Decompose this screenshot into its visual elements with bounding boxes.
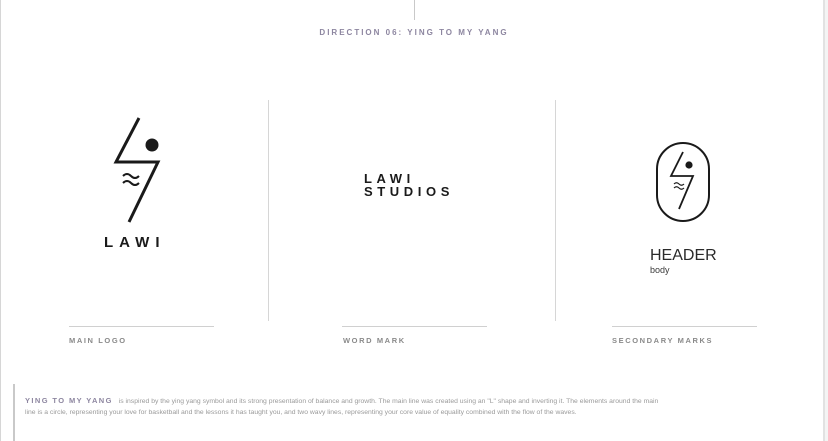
description-paragraph: YING TO MY YANG is inspired by the ying … bbox=[25, 395, 665, 418]
section-label-word-mark: WORD MARK bbox=[343, 336, 406, 345]
lightning-bolt-ball-icon bbox=[113, 117, 161, 223]
typography-header-sample: HEADER bbox=[650, 247, 717, 264]
section-underline bbox=[612, 326, 757, 327]
page-title: DIRECTION 06: YING TO MY YANG bbox=[319, 28, 509, 37]
page-frame-left bbox=[0, 0, 1, 441]
section-label-secondary-marks: SECONDARY MARKS bbox=[612, 336, 714, 345]
description-accent-bar bbox=[13, 384, 15, 441]
brand-name: LAWI bbox=[104, 234, 166, 251]
description-lead: YING TO MY YANG bbox=[25, 396, 113, 405]
oval-badge-icon bbox=[656, 142, 710, 222]
typography-body-sample: body bbox=[650, 265, 670, 275]
section-label-main-logo: MAIN LOGO bbox=[69, 336, 127, 345]
column-divider bbox=[555, 100, 556, 321]
wordmark-line-2: STUDIOS bbox=[364, 184, 454, 199]
section-underline bbox=[342, 326, 487, 327]
section-underline bbox=[69, 326, 214, 327]
description-text: is inspired by the ying yang symbol and … bbox=[25, 398, 659, 416]
column-divider bbox=[268, 100, 269, 321]
top-divider-tick bbox=[414, 0, 415, 20]
wordmark: LAWI STUDIOS bbox=[364, 172, 454, 198]
